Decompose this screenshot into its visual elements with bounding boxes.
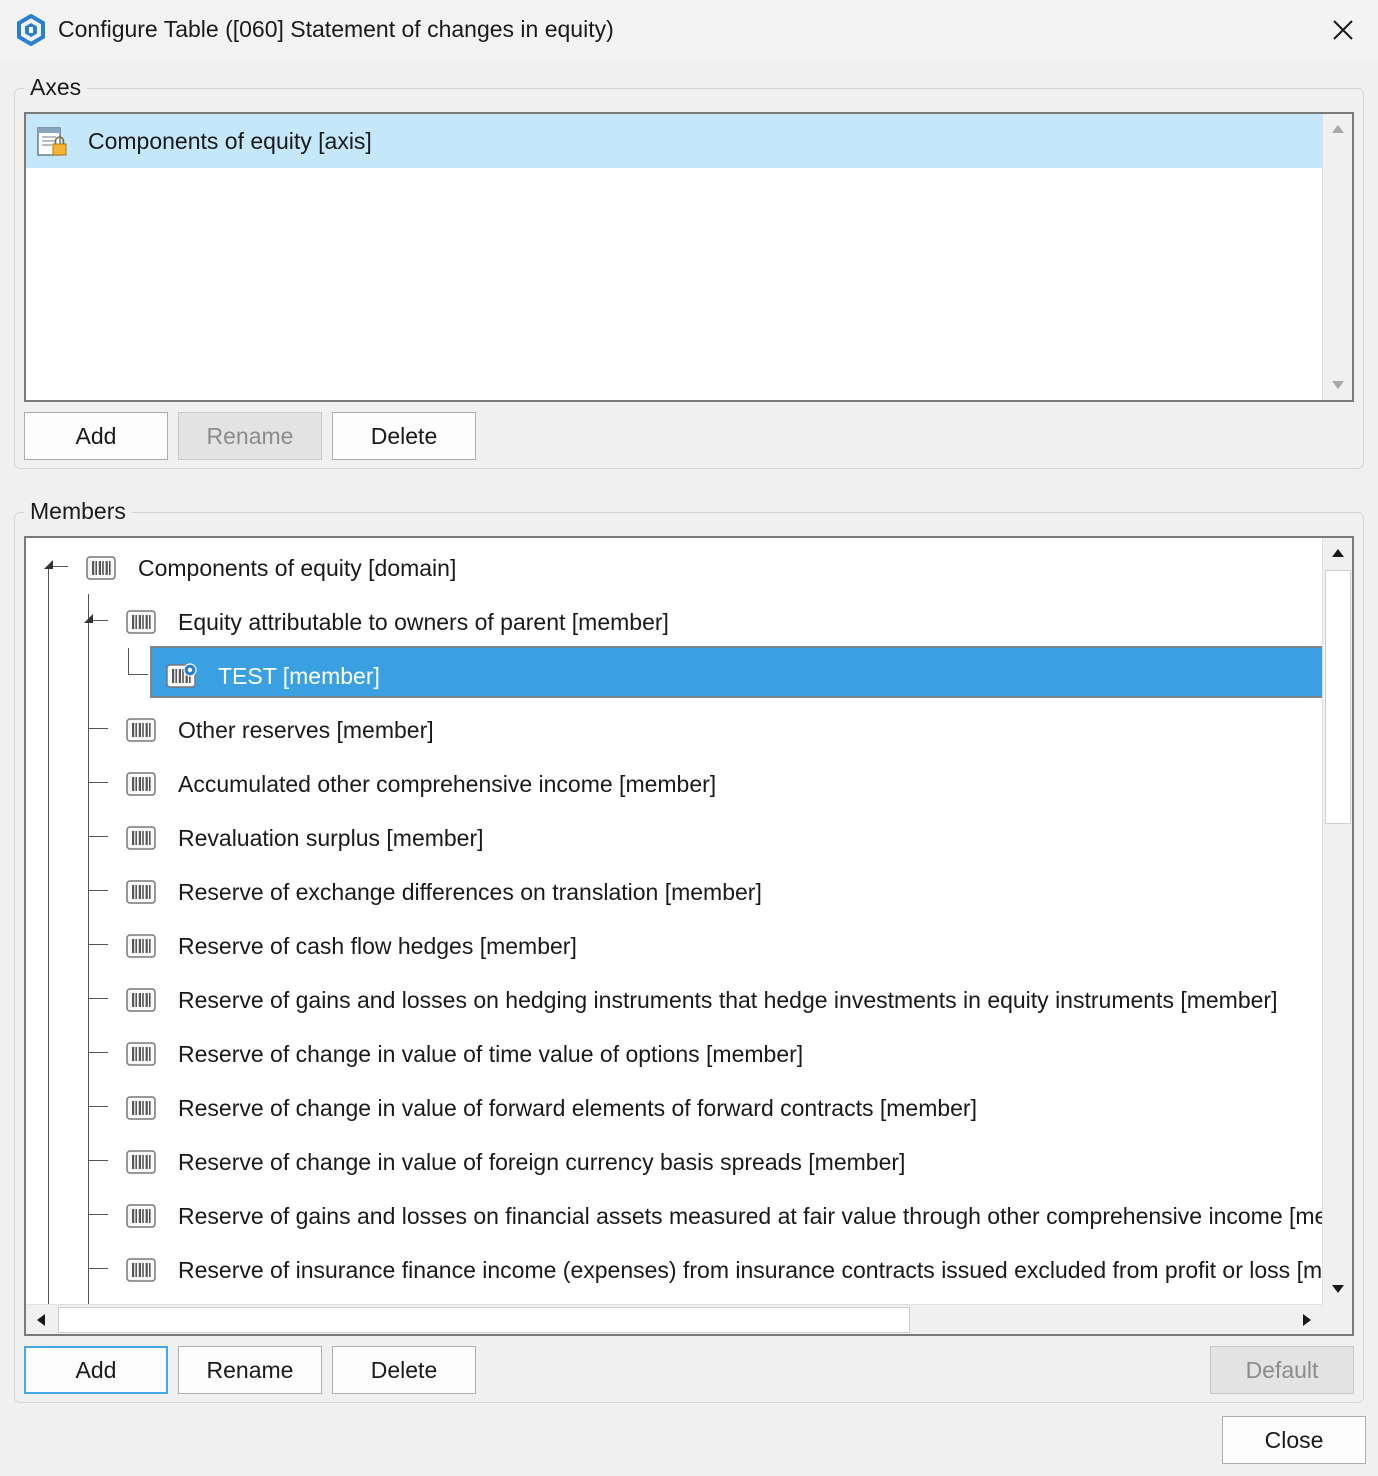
tree-connector-line: [88, 1052, 108, 1053]
tree-connector-line: [88, 1106, 108, 1107]
members-add-button[interactable]: Add: [24, 1346, 168, 1394]
tree-row[interactable]: Reserve of change in value of forward el…: [26, 1080, 1322, 1134]
axis-item-label: Components of equity [axis]: [88, 127, 372, 154]
tree-connector-line: [88, 1160, 108, 1161]
member-icon: [126, 1203, 156, 1229]
member-icon: [126, 933, 156, 959]
expand-toggle-icon[interactable]: [84, 614, 94, 624]
tree-connector-line: [88, 836, 108, 837]
arrow-up-icon: [1332, 125, 1344, 133]
tree-row[interactable]: Components of equity [domain]: [26, 540, 1322, 594]
expand-toggle-icon[interactable]: [44, 560, 54, 570]
member-icon: [126, 1257, 156, 1283]
tree-row[interactable]: Accumulated other comprehensive income […: [26, 756, 1322, 810]
tree-item-label: Reserve of change in value of time value…: [178, 1041, 804, 1067]
scroll-up-button[interactable]: [1323, 538, 1352, 568]
tree-connector-line: [88, 998, 108, 999]
tree-item-label: Reserve of change in value of forward el…: [178, 1095, 977, 1121]
tree-connector-line: [88, 1268, 108, 1269]
tree-row[interactable]: Reserve of change in value of time value…: [26, 1026, 1322, 1080]
axis-list-item[interactable]: Components of equity [axis]: [26, 114, 1322, 168]
tree-connector-line: [88, 944, 108, 945]
tree-connector-line: [128, 648, 129, 674]
member-icon: [126, 771, 156, 797]
tree-connector-line: [88, 782, 108, 783]
members-horizontal-scrollbar[interactable]: [26, 1304, 1322, 1334]
tree-row[interactable]: Reserve of exchange differences on trans…: [26, 864, 1322, 918]
members-tree[interactable]: Components of equity [domain] Equity attr…: [24, 536, 1354, 1336]
member-icon: [126, 1149, 156, 1175]
arrow-down-icon: [1332, 1285, 1344, 1293]
member-icon: [126, 609, 156, 635]
axes-list[interactable]: Components of equity [axis]: [24, 112, 1354, 402]
tree-connector-line: [88, 890, 108, 891]
tree-row[interactable]: Reserve of gains and losses on hedging i…: [26, 972, 1322, 1026]
dialog-client-area: Axes Components of equity [axis] Add Ren…: [0, 60, 1378, 1476]
member-icon: [126, 825, 156, 851]
members-delete-button[interactable]: Delete: [332, 1346, 476, 1394]
axes-vertical-scrollbar[interactable]: [1322, 114, 1352, 400]
tree-item-label: Accumulated other comprehensive income […: [178, 771, 717, 797]
axes-rename-button[interactable]: Rename: [178, 412, 322, 460]
members-tree-content: Components of equity [domain] Equity attr…: [26, 538, 1322, 1304]
members-default-button[interactable]: Default: [1210, 1346, 1354, 1394]
tree-connector-line: [88, 1214, 108, 1215]
tree-row[interactable]: Reserve of gains and losses on financial…: [26, 1188, 1322, 1242]
tree-connector-line: [88, 728, 108, 729]
title-bar: Configure Table ([060] Statement of chan…: [0, 0, 1378, 60]
tree-item-label: TEST [member]: [218, 663, 380, 689]
tree-item-label: Reserve of gains and losses on financial…: [178, 1203, 1322, 1229]
tree-row[interactable]: Equity attributable to owners of parent …: [26, 594, 1322, 648]
axes-add-button[interactable]: Add: [24, 412, 168, 460]
scroll-down-button[interactable]: [1323, 370, 1352, 400]
dialog-close-button[interactable]: Close: [1222, 1416, 1366, 1464]
window-close-button[interactable]: [1318, 8, 1368, 52]
tree-item-label: Reserve of change in value of foreign cu…: [178, 1149, 906, 1175]
window-title: Configure Table ([060] Statement of chan…: [58, 16, 614, 42]
scrollbar-corner: [1322, 1304, 1352, 1334]
tree-row[interactable]: Reserve of cash flow hedges [member]: [26, 918, 1322, 972]
scroll-thumb[interactable]: [1325, 570, 1351, 824]
tree-item-label: Components of equity [domain]: [138, 555, 457, 581]
members-group-legend: Members: [24, 498, 132, 525]
tree-row-selected[interactable]: TEST [member]: [26, 648, 1322, 702]
close-icon: [1333, 20, 1353, 40]
member-icon: [126, 879, 156, 905]
tree-item-label: Reserve of exchange differences on trans…: [178, 879, 762, 905]
tree-item-label: Other reserves [member]: [178, 717, 434, 743]
tree-row[interactable]: Reserve of insurance finance income (exp…: [26, 1242, 1322, 1296]
tree-item-label: Reserve of gains and losses on hedging i…: [178, 987, 1278, 1013]
members-rename-button[interactable]: Rename: [178, 1346, 322, 1394]
axes-delete-button[interactable]: Delete: [332, 412, 476, 460]
tree-item-label: Revaluation surplus [member]: [178, 825, 484, 851]
member-icon: [126, 1041, 156, 1067]
tree-item-label: Equity attributable to owners of parent …: [178, 609, 669, 635]
app-logo-icon: [17, 14, 45, 46]
tree-row[interactable]: Other reserves [member]: [26, 702, 1322, 756]
member-icon: [126, 717, 156, 743]
members-vertical-scrollbar[interactable]: [1322, 538, 1352, 1304]
tree-row[interactable]: Reserve of change in value of foreign cu…: [26, 1134, 1322, 1188]
axes-group-legend: Axes: [24, 74, 88, 101]
custom-member-icon: [166, 663, 197, 689]
scroll-left-button[interactable]: [26, 1305, 56, 1334]
locked-document-icon: [37, 127, 67, 156]
tree-connector-line: [88, 594, 89, 1304]
scroll-right-button[interactable]: [1292, 1305, 1322, 1334]
tree-row[interactable]: Revaluation surplus [member]: [26, 810, 1322, 864]
arrow-down-icon: [1332, 381, 1344, 389]
tree-item-label: Reserve of cash flow hedges [member]: [178, 933, 577, 959]
member-icon: [126, 987, 156, 1013]
tree-connector-line: [128, 674, 148, 675]
arrow-left-icon: [37, 1314, 45, 1326]
member-icon: [126, 1095, 156, 1121]
tree-item-label: Reserve of insurance finance income (exp…: [178, 1257, 1322, 1283]
arrow-right-icon: [1303, 1314, 1311, 1326]
member-icon: [86, 555, 116, 581]
horizontal-scroll-thumb[interactable]: [58, 1307, 910, 1333]
scroll-up-button[interactable]: [1323, 114, 1352, 144]
scroll-down-button[interactable]: [1323, 1274, 1352, 1304]
tree-connector-line: [48, 566, 49, 1304]
arrow-up-icon: [1332, 549, 1344, 557]
